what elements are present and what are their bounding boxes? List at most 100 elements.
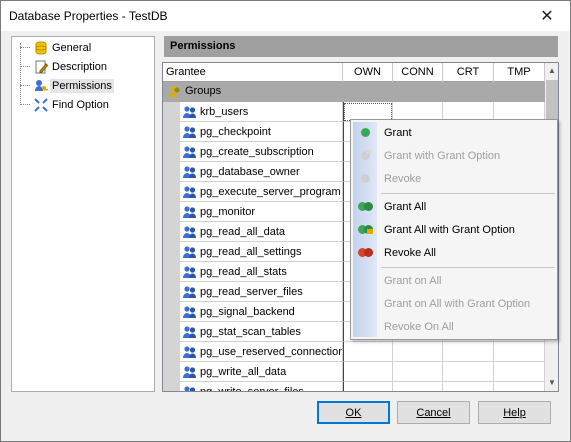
window-title: Database Properties - TestDB (9, 9, 168, 23)
user-group-icon (182, 184, 198, 200)
grantee-cell[interactable]: pg_checkpoint (180, 122, 343, 142)
document-edit-icon (33, 59, 49, 75)
column-header-grantee[interactable]: Grantee (163, 63, 343, 82)
help-button[interactable]: Help (478, 401, 551, 424)
table-row[interactable]: pg_write_all_data (163, 362, 545, 382)
grantee-name: pg_read_all_settings (200, 246, 302, 258)
permission-cell-conn[interactable] (393, 382, 443, 391)
grantee-cell[interactable]: krb_users (180, 102, 343, 122)
green-dots-icon (357, 201, 373, 213)
grantee-cell[interactable]: pg_write_server_files (180, 382, 343, 391)
grantee-cell[interactable]: pg_read_all_settings (180, 242, 343, 262)
menu-item-label: Revoke (384, 173, 422, 185)
grantee-cell[interactable]: pg_database_owner (180, 162, 343, 182)
grantee-cell[interactable]: pg_signal_backend (180, 302, 343, 322)
menu-item-revoke-on-all[interactable]: Revoke On All (353, 316, 555, 338)
group-row[interactable]: Groups (163, 82, 545, 102)
grantee-cell[interactable]: pg_monitor (180, 202, 343, 222)
grantee-cell[interactable]: pg_read_server_files (180, 282, 343, 302)
navigation-tree: General Description Permissions Find Opt… (11, 36, 155, 392)
menu-item-label: Grant All (384, 201, 427, 213)
close-button[interactable]: ✕ (530, 3, 564, 29)
grant-option-icon (357, 150, 373, 162)
nav-label: General (52, 41, 92, 54)
user-group-icon (182, 244, 198, 260)
row-indent (163, 362, 180, 382)
grantee-cell[interactable]: pg_write_all_data (180, 362, 343, 382)
row-indent (163, 222, 180, 242)
grantee-name: pg_stat_scan_tables (200, 326, 301, 338)
grantee-cell[interactable]: pg_read_all_stats (180, 262, 343, 282)
column-header-own[interactable]: OWN (343, 63, 393, 82)
permission-cell-tmp[interactable] (494, 342, 545, 362)
menu-item-revoke[interactable]: Revoke (353, 168, 555, 190)
grantee-cell[interactable]: pg_create_subscription (180, 142, 343, 162)
grantee-name: pg_read_all_stats (200, 266, 287, 278)
nav-item-general[interactable]: General (12, 38, 152, 57)
menu-item-grant-all-with-grant-option[interactable]: Grant All with Grant Option (353, 219, 555, 241)
user-group-icon (182, 124, 198, 140)
grantee-name: pg_read_server_files (200, 286, 303, 298)
user-group-icon (182, 364, 198, 380)
grantee-name: krb_users (200, 106, 249, 118)
user-group-icon (182, 224, 198, 240)
column-header-crt[interactable]: CRT (443, 63, 494, 82)
menu-item-label: Grant on All (384, 275, 442, 287)
table-row[interactable]: pg_write_server_files (163, 382, 545, 391)
menu-item-label: Grant (384, 127, 412, 139)
permission-cell-tmp[interactable] (494, 382, 545, 391)
grantee-cell[interactable]: pg_use_reserved_connections (180, 342, 343, 362)
permission-cell-crt[interactable] (443, 362, 494, 382)
scroll-up-icon[interactable]: ▲ (545, 63, 558, 77)
nav-item-description[interactable]: Description (12, 57, 152, 76)
title-bar: Database Properties - TestDB ✕ (1, 1, 570, 31)
ok-button[interactable]: OK (317, 401, 390, 424)
row-indent (163, 382, 180, 391)
permission-cell-crt[interactable] (443, 382, 494, 391)
group-label: Groups (185, 85, 222, 97)
key-user-icon (33, 78, 49, 94)
scroll-down-icon[interactable]: ▼ (545, 375, 558, 389)
grantee-name: pg_read_all_data (200, 226, 286, 238)
permission-cell-conn[interactable] (393, 362, 443, 382)
permission-cell-own[interactable] (343, 382, 393, 391)
table-row[interactable]: pg_use_reserved_connections (163, 342, 545, 362)
row-indent (163, 262, 180, 282)
user-group-icon (182, 324, 198, 340)
ok-button-label: OK (345, 406, 362, 419)
column-header-conn[interactable]: CONN (393, 63, 443, 82)
grid-header: Grantee OWN CONN CRT TMP (163, 63, 545, 82)
menu-item-label: Grant with Grant Option (384, 150, 501, 162)
menu-separator (381, 193, 555, 194)
section-header: Permissions (164, 36, 558, 57)
menu-item-grant[interactable]: Grant (353, 122, 555, 144)
permission-cell-crt[interactable] (443, 342, 494, 362)
row-indent (163, 282, 180, 302)
permission-cell-tmp[interactable] (494, 362, 545, 382)
grantee-cell[interactable]: pg_read_all_data (180, 222, 343, 242)
nav-item-find-option[interactable]: Find Option (12, 95, 152, 114)
nav-item-permissions[interactable]: Permissions (12, 76, 152, 95)
row-indent (163, 242, 180, 262)
permission-cell-conn[interactable] (393, 342, 443, 362)
grantee-name: pg_database_owner (200, 166, 300, 178)
grantee-cell[interactable]: pg_stat_scan_tables (180, 322, 343, 342)
menu-item-grant-on-all-with-grant-option[interactable]: Grant on All with Grant Option (353, 293, 555, 315)
help-button-label: Help (503, 406, 526, 419)
menu-item-grant-with-grant-option[interactable]: Grant with Grant Option (353, 145, 555, 167)
menu-item-label: Grant on All with Grant Option (384, 298, 531, 310)
menu-item-grant-all[interactable]: Grant All (353, 196, 555, 218)
permission-cell-own[interactable] (343, 362, 393, 382)
permission-cell-own[interactable] (343, 342, 393, 362)
menu-item-grant-on-all[interactable]: Grant on All (353, 270, 555, 292)
nav-label: Description (52, 60, 108, 73)
grant-all-option-icon (357, 224, 373, 236)
cancel-button[interactable]: Cancel (397, 401, 470, 424)
grantee-cell[interactable]: pg_execute_server_program (180, 182, 343, 202)
column-header-tmp[interactable]: TMP (494, 63, 545, 82)
grantee-name: pg_signal_backend (200, 306, 295, 318)
cancel-button-label: Cancel (416, 406, 451, 419)
user-group-icon (182, 144, 198, 160)
group-icon (168, 84, 182, 101)
menu-item-revoke-all[interactable]: Revoke All (353, 242, 555, 264)
